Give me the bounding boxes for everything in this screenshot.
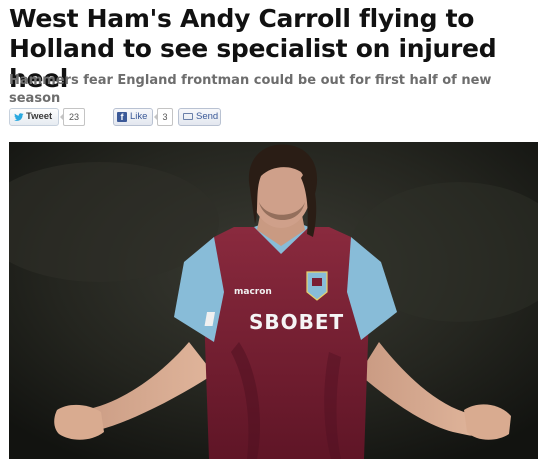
facebook-icon: f [117,112,127,122]
player-photo-illustration: macron SBOBET [9,142,538,459]
send-label: Send [196,111,219,122]
shirt-maker-text: macron [234,287,272,297]
tweet-button[interactable]: Tweet [9,108,59,126]
tweet-count: 23 [60,108,85,126]
article-subheadline: Hammers fear England frontman could be o… [9,73,492,106]
twitter-bird-icon [14,113,24,121]
shirt-sponsor-text: SBOBET [249,310,344,334]
like-label: Like [130,111,148,122]
like-count: 3 [154,108,173,126]
like-button[interactable]: f Like [113,108,153,126]
envelope-icon [183,113,193,120]
article-photo[interactable]: macron SBOBET [9,142,538,459]
send-button[interactable]: Send [178,108,221,126]
tweet-label: Tweet [26,111,53,122]
share-bar: Tweet 23 f Like 3 Send [9,108,309,126]
